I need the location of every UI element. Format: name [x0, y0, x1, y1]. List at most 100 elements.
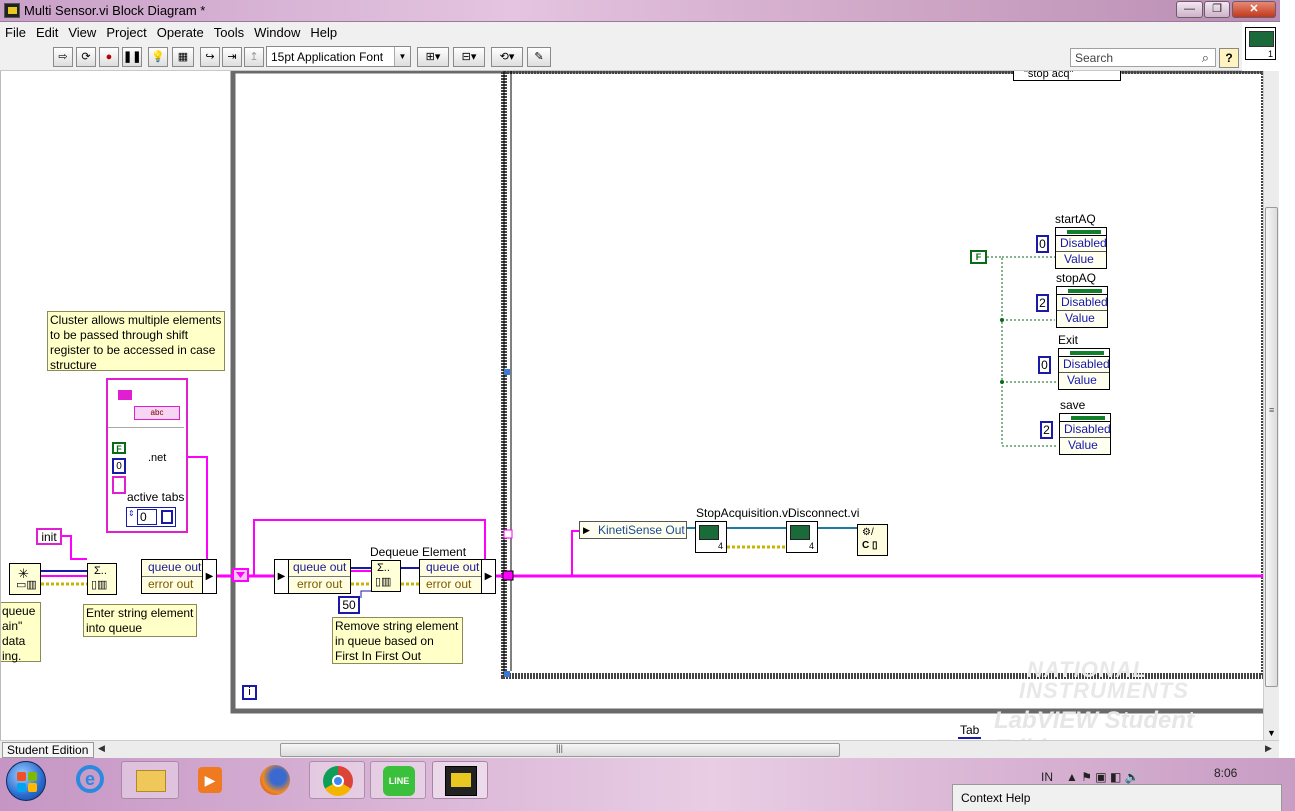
- comment-cluster: Cluster allows multiple elements to be p…: [47, 311, 225, 372]
- obtain-queue-node[interactable]: ✳ ▭▥: [9, 563, 41, 595]
- while-loop-frame: [230, 71, 1263, 714]
- windows-start-icon[interactable]: [6, 761, 46, 801]
- labview-window: { "window": { "title": "Multi Sensor.vi …: [0, 0, 1295, 811]
- clean-up-diagram-icon[interactable]: ✎: [527, 47, 551, 67]
- active-tabs-label: active tabs: [127, 490, 185, 504]
- minimize-button[interactable]: —: [1176, 1, 1203, 18]
- media-player-icon[interactable]: ▶: [184, 761, 236, 799]
- run-continuously-icon[interactable]: ⟳: [76, 47, 96, 67]
- unbundle-queue-mid[interactable]: ▶ queue out error out: [274, 559, 351, 594]
- string-constant: abc: [134, 406, 180, 420]
- path-constant: [112, 476, 126, 494]
- retain-wire-values-icon[interactable]: ▦: [172, 47, 194, 67]
- kinetisense-out-unbundle[interactable]: ▶ KinetiSense Out: [579, 521, 687, 539]
- scroll-down-arrow-icon[interactable]: ▼: [1267, 728, 1276, 738]
- run-arrow-icon[interactable]: ⇨: [53, 47, 73, 67]
- tab-label[interactable]: Tab: [958, 723, 982, 739]
- context-help-button[interactable]: ?: [1219, 48, 1239, 68]
- pause-icon[interactable]: ❚❚: [122, 47, 142, 67]
- enqueue-element-node[interactable]: Σ.. ▯▥: [87, 563, 117, 595]
- step-out-icon[interactable]: ↥: [244, 47, 264, 67]
- disconnect-subvi[interactable]: [786, 521, 818, 553]
- language-indicator[interactable]: IN: [1041, 770, 1053, 784]
- close-button[interactable]: ✕: [1232, 1, 1276, 18]
- property-node-header: [1060, 414, 1110, 422]
- firefox-icon[interactable]: [246, 761, 304, 799]
- abort-icon[interactable]: ●: [99, 47, 119, 67]
- close-reference-node[interactable]: ⚙/ C ▯: [857, 524, 888, 556]
- tray-icons[interactable]: ▲ ⚑ ▣ ◧ 🔊: [1066, 770, 1140, 784]
- internet-explorer-icon[interactable]: e: [64, 761, 116, 799]
- highlight-execution-icon[interactable]: 💡: [148, 47, 168, 67]
- disabled-property: Disabled: [1059, 357, 1110, 373]
- context-help-title: Context Help: [961, 791, 1031, 805]
- scroll-left-arrow-icon[interactable]: ◀: [98, 743, 105, 754]
- comment-line: data: [2, 634, 26, 648]
- font-selector[interactable]: 15pt Application Font ▼: [266, 46, 411, 67]
- menu-edit[interactable]: Edit: [31, 22, 63, 40]
- stopaq-index-constant[interactable]: 2: [1036, 294, 1049, 312]
- align-objects-icon[interactable]: ⊞▾: [417, 47, 449, 67]
- case-selector-value: "stop acq": [1024, 71, 1074, 80]
- menu-operate[interactable]: Operate: [152, 22, 209, 40]
- save-property-node[interactable]: Disabled Value: [1059, 413, 1111, 455]
- vertical-scroll-thumb[interactable]: [1265, 207, 1278, 687]
- disabled-property: Disabled: [1060, 422, 1111, 438]
- horizontal-scrollbar[interactable]: Student Edition ◀ ||| ▶: [0, 740, 1279, 758]
- menu-tools[interactable]: Tools: [209, 22, 249, 40]
- vertical-scrollbar[interactable]: ≡ ▼: [1263, 71, 1279, 740]
- queue-slots-icon: ▯▥: [91, 579, 108, 591]
- exit-index-constant[interactable]: 0: [1038, 356, 1051, 374]
- startaq-label: startAQ: [1055, 212, 1096, 226]
- queue-refnum-icon: [118, 390, 132, 400]
- stop-acquisition-label: StopAcquisition.vi: [696, 506, 791, 520]
- menu-view[interactable]: View: [63, 22, 101, 40]
- labview-taskbar-icon[interactable]: [432, 761, 488, 799]
- false-constant[interactable]: F: [970, 250, 987, 264]
- magnifier-icon[interactable]: ⌕: [1202, 50, 1209, 66]
- reorder-icon[interactable]: ⟲▾: [491, 47, 523, 67]
- file-explorer-icon[interactable]: [121, 761, 179, 799]
- menu-help[interactable]: Help: [305, 22, 342, 40]
- restore-button[interactable]: ❐: [1204, 1, 1230, 18]
- case-selector[interactable]: "stop acq": [1013, 71, 1121, 81]
- init-string-constant[interactable]: init: [36, 528, 62, 545]
- distribute-objects-icon[interactable]: ⊟▾: [453, 47, 485, 67]
- clock[interactable]: 8:06: [1214, 766, 1237, 780]
- startaq-property-node[interactable]: Disabled Value: [1055, 227, 1107, 269]
- taskbar: e ▶ LINE IN ▲ ⚑ ▣ ◧ 🔊 8:06 Context Help: [0, 758, 1295, 811]
- value-property: Value: [1065, 311, 1095, 325]
- close-reference-icon: ⚙/: [862, 527, 874, 538]
- unbundle-queue-left[interactable]: queue out error out ▶: [141, 559, 217, 594]
- search-input[interactable]: Search ⌕: [1070, 48, 1216, 67]
- menu-project[interactable]: Project: [101, 22, 151, 40]
- bool-constant: F: [112, 442, 126, 454]
- menu-window[interactable]: Window: [249, 22, 305, 40]
- chrome-icon[interactable]: [309, 761, 365, 799]
- save-index-constant[interactable]: 2: [1040, 421, 1053, 439]
- block-diagram-canvas[interactable]: "stop acq" Cluster allows multiple eleme…: [0, 71, 1263, 740]
- dotnet-refnum: .net: [148, 452, 167, 464]
- loop-iteration-terminal[interactable]: i: [242, 685, 257, 700]
- property-node-header: [1059, 349, 1109, 357]
- stop-acquisition-subvi[interactable]: [695, 521, 727, 553]
- exit-property-node[interactable]: Disabled Value: [1058, 348, 1110, 390]
- labview-app-icon: [4, 3, 20, 18]
- active-tabs-control[interactable]: ⇕ 0: [126, 507, 176, 527]
- vi-icon[interactable]: [1245, 27, 1276, 60]
- scroll-right-arrow-icon[interactable]: ▶: [1265, 743, 1272, 754]
- cluster-top-section: [108, 380, 184, 428]
- menu-file[interactable]: File: [0, 22, 31, 40]
- step-over-icon[interactable]: ⇥: [222, 47, 242, 67]
- stopaq-property-node[interactable]: Disabled Value: [1056, 286, 1108, 328]
- value-property: Value: [1064, 252, 1094, 266]
- disabled-property: Disabled: [1056, 236, 1107, 252]
- timeout-constant[interactable]: 50: [338, 596, 360, 614]
- startaq-index-constant[interactable]: 0: [1036, 235, 1049, 253]
- step-into-icon[interactable]: ↪: [200, 47, 220, 67]
- bundle-queue-right[interactable]: queue out error out ▶: [419, 559, 496, 594]
- student-edition-badge: Student Edition: [2, 742, 94, 758]
- dequeue-element-node[interactable]: Σ.. ▯▥: [371, 560, 401, 592]
- line-app-icon[interactable]: LINE: [370, 761, 426, 799]
- context-help-window-tab[interactable]: Context Help: [952, 784, 1282, 811]
